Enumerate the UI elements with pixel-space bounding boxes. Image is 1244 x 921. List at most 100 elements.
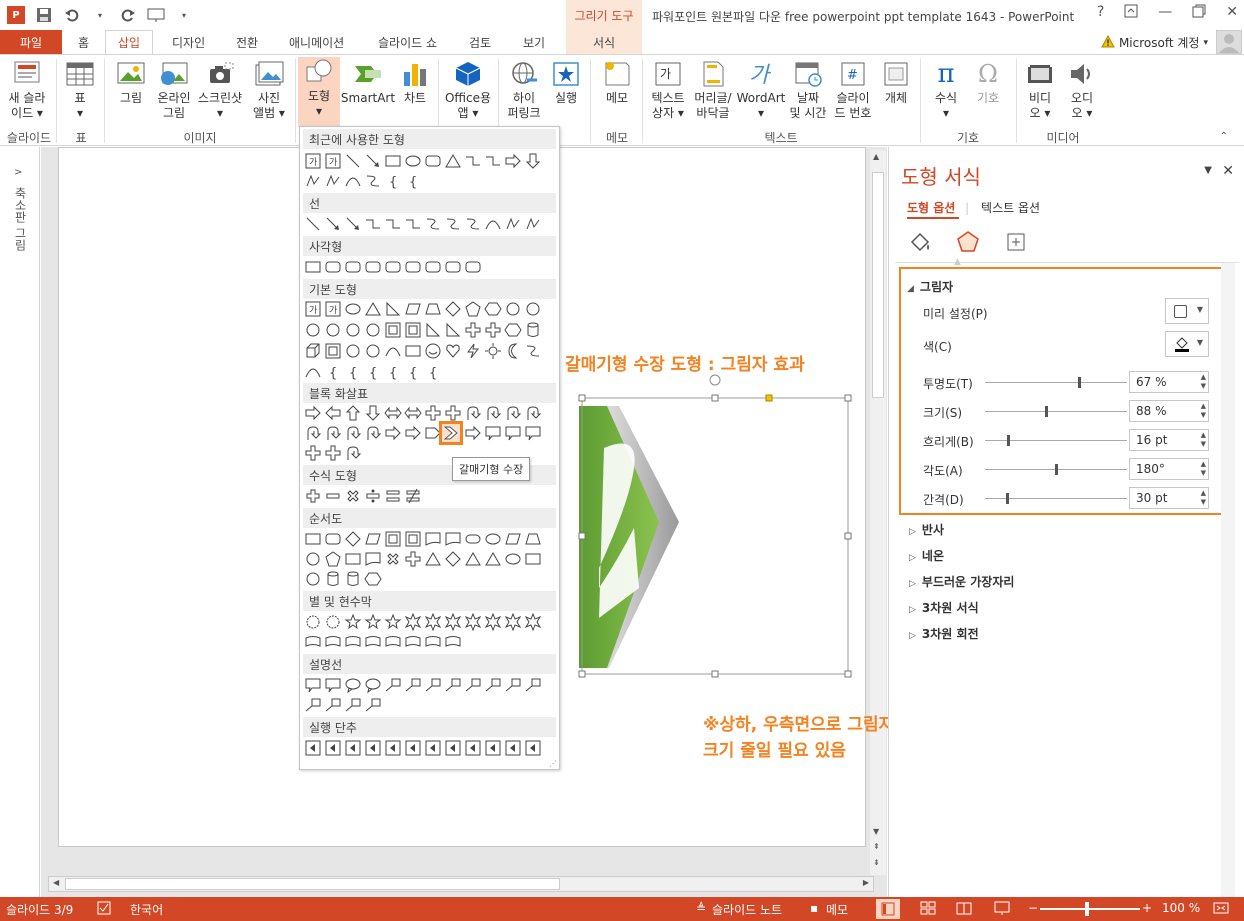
brace-shape-icon[interactable]: { bbox=[344, 363, 362, 381]
text-shape-icon[interactable]: 가 bbox=[304, 300, 322, 318]
rtri-shape-icon[interactable] bbox=[424, 321, 442, 339]
minimize-button[interactable]: — bbox=[1158, 4, 1172, 22]
ocallout-shape-icon[interactable] bbox=[344, 676, 362, 694]
resize-handle[interactable] bbox=[578, 670, 586, 678]
arrowline-shape-icon[interactable] bbox=[344, 215, 362, 233]
effect-section-header[interactable]: ▷ 네온 bbox=[909, 547, 944, 564]
start-slideshow-icon[interactable] bbox=[146, 5, 166, 25]
lrarrow-shape-icon[interactable] bbox=[404, 404, 422, 422]
header-footer-button[interactable]: 머리글/ 바닥글 bbox=[690, 59, 736, 121]
line-shape-icon[interactable] bbox=[304, 215, 322, 233]
callout-shape-icon[interactable] bbox=[524, 424, 542, 442]
pane-menu-icon[interactable]: ▼ bbox=[1204, 165, 1212, 176]
btn-shape-icon[interactable] bbox=[424, 739, 442, 757]
rarrow-shape-icon[interactable] bbox=[464, 424, 482, 442]
banner-shape-icon[interactable] bbox=[384, 633, 402, 651]
video-button[interactable]: 비디 오 ▾ bbox=[1022, 59, 1058, 121]
rrect-shape-icon[interactable] bbox=[404, 258, 422, 276]
spinner-arrows-icon[interactable]: ▲ ▼ bbox=[1201, 402, 1206, 420]
callout-shape-icon[interactable] bbox=[484, 424, 502, 442]
undo-icon[interactable] bbox=[62, 5, 82, 25]
trap-shape-icon[interactable] bbox=[524, 530, 542, 548]
ribbon-display-icon[interactable] bbox=[1124, 4, 1138, 22]
div-shape-icon[interactable] bbox=[364, 487, 382, 505]
tab-transitions[interactable]: 전환 bbox=[236, 30, 258, 54]
tri-shape-icon[interactable] bbox=[444, 152, 462, 170]
resize-handle[interactable] bbox=[711, 394, 719, 402]
line-shape-icon[interactable] bbox=[344, 152, 362, 170]
cross-shape-icon[interactable] bbox=[404, 550, 422, 568]
linecallout-shape-icon[interactable] bbox=[504, 676, 522, 694]
cross-shape-icon[interactable] bbox=[484, 321, 502, 339]
uturn-shape-icon[interactable] bbox=[504, 404, 522, 422]
tab-text-options[interactable]: 텍스트 옵션 bbox=[981, 201, 1040, 215]
elbow-shape-icon[interactable] bbox=[484, 152, 502, 170]
callout-shape-icon[interactable] bbox=[304, 676, 322, 694]
tab-view[interactable]: 보기 bbox=[523, 30, 545, 54]
rrect-shape-icon[interactable] bbox=[384, 258, 402, 276]
cyl-shape-icon[interactable] bbox=[324, 570, 342, 588]
tab-home[interactable]: 홈 bbox=[78, 30, 89, 54]
circ-shape-icon[interactable] bbox=[524, 300, 542, 318]
rrect-shape-icon[interactable] bbox=[324, 258, 342, 276]
effects-icon[interactable] bbox=[955, 229, 981, 255]
uturn-shape-icon[interactable] bbox=[344, 424, 362, 442]
tab-review[interactable]: 검토 bbox=[469, 30, 491, 54]
doc-shape-icon[interactable] bbox=[364, 550, 382, 568]
star8-shape-icon[interactable] bbox=[404, 613, 422, 631]
spinner-arrows-icon[interactable]: ▲ ▼ bbox=[1201, 373, 1206, 391]
rrect-shape-icon[interactable] bbox=[464, 258, 482, 276]
circ-shape-icon[interactable] bbox=[344, 342, 362, 360]
minus-shape-icon[interactable] bbox=[324, 487, 342, 505]
circ-shape-icon[interactable] bbox=[304, 321, 322, 339]
btn-shape-icon[interactable] bbox=[504, 739, 522, 757]
para-shape-icon[interactable] bbox=[504, 530, 522, 548]
linecallout-shape-icon[interactable] bbox=[444, 676, 462, 694]
preset-dropdown[interactable]: ▼ bbox=[1165, 298, 1209, 324]
shadow-prop-spinner[interactable]: 180° ▲ ▼ bbox=[1129, 458, 1209, 480]
textbox-button[interactable]: 가 텍스트 상자 ▾ bbox=[646, 59, 690, 121]
banner-shape-icon[interactable] bbox=[404, 633, 422, 651]
ribbon-collapse-icon[interactable]: ⌃ bbox=[1220, 131, 1228, 142]
star8-shape-icon[interactable] bbox=[504, 613, 522, 631]
trap-shape-icon[interactable] bbox=[424, 300, 442, 318]
cross-shape-icon[interactable] bbox=[464, 321, 482, 339]
btn-shape-icon[interactable] bbox=[304, 739, 322, 757]
diamond-shape-icon[interactable] bbox=[344, 530, 362, 548]
plus-shape-icon[interactable] bbox=[304, 487, 322, 505]
curve-shape-icon[interactable] bbox=[304, 363, 322, 381]
rrect-shape-icon[interactable] bbox=[424, 152, 442, 170]
cross-shape-icon[interactable] bbox=[324, 444, 342, 462]
uturn-shape-icon[interactable] bbox=[304, 424, 322, 442]
new-slide-button[interactable]: 새 슬라 이드 ▾ bbox=[4, 59, 50, 121]
noteq-shape-icon[interactable] bbox=[404, 487, 422, 505]
scurve-shape-icon[interactable] bbox=[444, 215, 462, 233]
frame-shape-icon[interactable] bbox=[404, 321, 422, 339]
rrect-shape-icon[interactable] bbox=[444, 258, 462, 276]
uturn-shape-icon[interactable] bbox=[464, 404, 482, 422]
tab-design[interactable]: 디자인 bbox=[172, 30, 205, 54]
shapes-button[interactable]: 도형 ▾ bbox=[298, 57, 340, 127]
rrect-shape-icon[interactable] bbox=[324, 530, 342, 548]
slide-sorter-icon[interactable] bbox=[920, 900, 936, 919]
linecallout-shape-icon[interactable] bbox=[364, 696, 382, 714]
rarrow-shape-icon[interactable] bbox=[504, 152, 522, 170]
resize-handle[interactable] bbox=[578, 394, 586, 402]
tri-shape-icon[interactable] bbox=[424, 550, 442, 568]
date-time-button[interactable]: 날짜 및 시간 bbox=[786, 59, 830, 121]
fill-line-icon[interactable] bbox=[907, 229, 933, 255]
zoom-out-button[interactable]: − bbox=[1028, 901, 1038, 915]
rrect-shape-icon[interactable] bbox=[344, 258, 362, 276]
uturn-shape-icon[interactable] bbox=[344, 444, 362, 462]
moon-shape-icon[interactable] bbox=[504, 342, 522, 360]
zoom-in-button[interactable]: + bbox=[1142, 901, 1152, 915]
uturn-shape-icon[interactable] bbox=[484, 404, 502, 422]
larrow-shape-icon[interactable] bbox=[324, 404, 342, 422]
callout-shape-icon[interactable] bbox=[504, 424, 522, 442]
slider-thumb[interactable] bbox=[1078, 377, 1081, 388]
banner-shape-icon[interactable] bbox=[444, 633, 462, 651]
circ-shape-icon[interactable] bbox=[304, 570, 322, 588]
circ-shape-icon[interactable] bbox=[504, 300, 522, 318]
photo-album-button[interactable]: 사진 앨범 ▾ bbox=[248, 59, 290, 121]
tab-animations[interactable]: 애니메이션 bbox=[289, 30, 344, 54]
